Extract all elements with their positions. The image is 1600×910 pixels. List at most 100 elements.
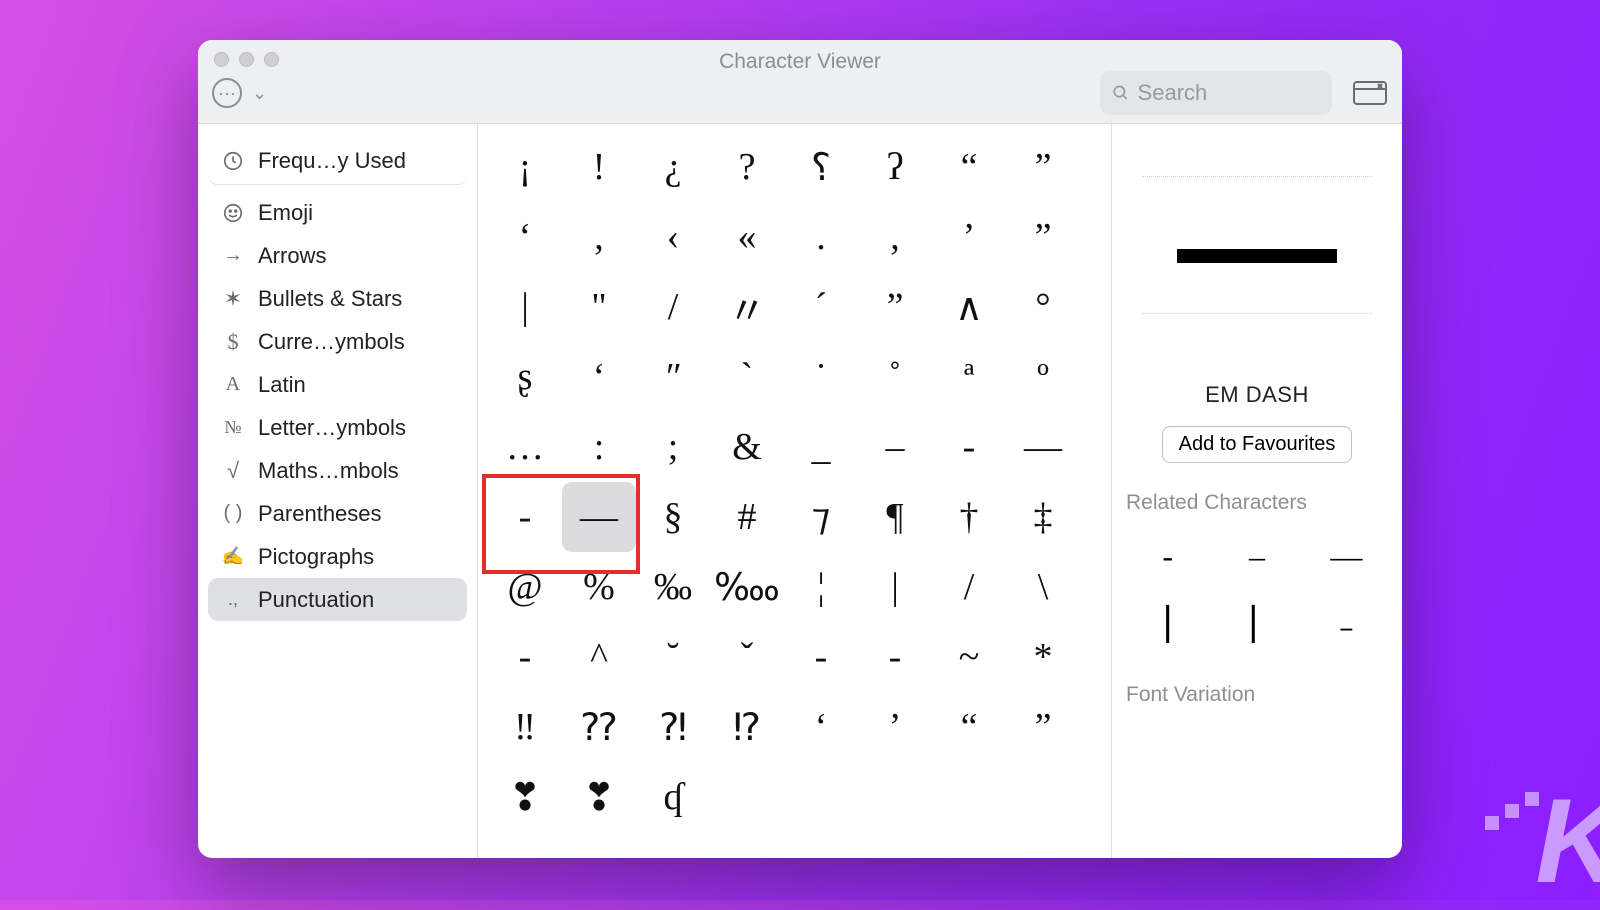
minimize-icon[interactable] — [239, 52, 254, 67]
related-character[interactable]: ﹣ — [1305, 593, 1388, 655]
character-cell[interactable] — [784, 762, 858, 832]
close-icon[interactable] — [214, 52, 229, 67]
character-cell[interactable]: : — [562, 412, 636, 482]
character-cell[interactable]: @ — [488, 552, 562, 622]
character-cell[interactable]: “ — [932, 692, 1006, 762]
sidebar-item-parentheses[interactable]: ( )Parentheses — [208, 492, 467, 535]
character-cell[interactable]: ❣ — [562, 762, 636, 832]
character-cell[interactable]: - — [858, 622, 932, 692]
character-cell[interactable]: ~ — [932, 622, 1006, 692]
character-cell[interactable] — [858, 762, 932, 832]
character-cell[interactable]: ‡ — [1006, 482, 1080, 552]
character-cell[interactable]: | — [488, 272, 562, 342]
zoom-icon[interactable] — [264, 52, 279, 67]
character-cell[interactable]: ʺ — [636, 342, 710, 412]
character-cell[interactable]: ‘ — [488, 202, 562, 272]
chevron-down-icon[interactable]: ⌄ — [252, 83, 267, 104]
character-cell[interactable]: / — [932, 552, 1006, 622]
more-button-icon[interactable]: ··· — [212, 78, 242, 108]
character-cell[interactable]: , — [562, 202, 636, 272]
related-character[interactable]: - — [1126, 525, 1209, 587]
character-cell[interactable]: ; — [636, 412, 710, 482]
character-cell[interactable]: ¿ — [636, 132, 710, 202]
character-cell[interactable]: \ — [1006, 552, 1080, 622]
compact-toggle-icon[interactable] — [1352, 79, 1388, 107]
character-cell[interactable]: " — [562, 272, 636, 342]
character-cell[interactable] — [1006, 762, 1080, 832]
search-input[interactable] — [1138, 80, 1320, 106]
character-cell[interactable]: ⁉ — [710, 692, 784, 762]
character-cell[interactable]: ‰ — [636, 552, 710, 622]
sidebar-item-letter-ymbols[interactable]: №Letter…ymbols — [208, 406, 467, 449]
character-cell[interactable]: ⁈ — [636, 692, 710, 762]
character-cell[interactable]: ” — [1006, 202, 1080, 272]
character-cell[interactable]: ‱ — [710, 552, 784, 622]
character-cell[interactable]: , — [858, 202, 932, 272]
character-cell[interactable]: ? — [710, 132, 784, 202]
sidebar-item-frequ-y-used[interactable]: Frequ…y Used — [208, 142, 467, 185]
character-cell[interactable]: ¦ — [784, 552, 858, 622]
character-cell[interactable]: ❣ — [488, 762, 562, 832]
character-cell[interactable]: ʔ — [858, 132, 932, 202]
character-cell[interactable]: ^ — [562, 622, 636, 692]
character-cell[interactable]: ˊ — [784, 272, 858, 342]
related-character[interactable]: ⎢ — [1215, 593, 1298, 655]
add-to-favourites-button[interactable]: Add to Favourites — [1162, 426, 1353, 463]
character-cell[interactable]: ˇ — [710, 622, 784, 692]
character-cell[interactable]: - — [932, 412, 1006, 482]
related-character[interactable]: — — [1305, 525, 1388, 587]
character-cell[interactable]: ª — [932, 342, 1006, 412]
character-cell[interactable]: ° — [1006, 272, 1080, 342]
character-cell[interactable] — [932, 762, 1006, 832]
character-cell[interactable]: ʂ — [488, 342, 562, 412]
character-cell[interactable]: † — [932, 482, 1006, 552]
character-cell[interactable]: ” — [1006, 692, 1080, 762]
character-cell[interactable]: « — [710, 202, 784, 272]
character-cell[interactable]: ‼ — [488, 692, 562, 762]
character-cell[interactable]: ’ — [858, 692, 932, 762]
character-cell[interactable]: § — [636, 482, 710, 552]
character-cell[interactable]: ’ — [932, 202, 1006, 272]
character-cell[interactable]: ⁇ — [562, 692, 636, 762]
character-cell[interactable]: ˙ — [784, 342, 858, 412]
character-cell[interactable]: ˚ — [858, 342, 932, 412]
character-cell[interactable]: ¡ — [488, 132, 562, 202]
character-cell[interactable] — [710, 762, 784, 832]
character-cell[interactable]: ʠ — [636, 762, 710, 832]
character-cell[interactable]: ! — [562, 132, 636, 202]
character-cell[interactable]: ” — [1006, 132, 1080, 202]
sidebar-item-maths-mbols[interactable]: √Maths…mbols — [208, 449, 467, 492]
character-cell[interactable]: * — [1006, 622, 1080, 692]
sidebar-item-punctuation[interactable]: .,Punctuation — [208, 578, 467, 621]
sidebar-item-latin[interactable]: ALatin — [208, 363, 467, 406]
character-cell[interactable]: _ — [784, 412, 858, 482]
related-character[interactable]: ⎮ — [1126, 593, 1209, 655]
character-cell[interactable]: ⸮ — [784, 132, 858, 202]
character-cell[interactable]: - — [488, 622, 562, 692]
character-cell[interactable]: – — [858, 412, 932, 482]
sidebar-item-arrows[interactable]: →Arrows — [208, 234, 467, 277]
sidebar-item-bullets-stars[interactable]: ✶Bullets & Stars — [208, 277, 467, 320]
character-cell[interactable]: | — [858, 552, 932, 622]
search-field[interactable] — [1100, 71, 1332, 115]
character-cell[interactable]: - — [488, 482, 562, 552]
character-cell[interactable]: # — [710, 482, 784, 552]
character-cell[interactable]: º — [1006, 342, 1080, 412]
character-cell[interactable]: % — [562, 552, 636, 622]
character-cell[interactable]: / — [636, 272, 710, 342]
character-cell[interactable]: ∧ — [932, 272, 1006, 342]
sidebar-item-pictographs[interactable]: ✍Pictographs — [208, 535, 467, 578]
character-cell[interactable]: ˋ — [710, 342, 784, 412]
character-cell[interactable]: ‹ — [636, 202, 710, 272]
character-cell[interactable]: ¶ — [858, 482, 932, 552]
character-cell[interactable]: & — [710, 412, 784, 482]
character-cell[interactable]: ˘ — [636, 622, 710, 692]
character-cell[interactable]: — — [562, 482, 636, 552]
character-cell[interactable]: - — [784, 622, 858, 692]
character-cell[interactable]: “ — [932, 132, 1006, 202]
character-cell[interactable]: ˮ — [858, 272, 932, 342]
character-cell[interactable]: . — [784, 202, 858, 272]
sidebar-item-emoji[interactable]: Emoji — [208, 191, 467, 234]
character-cell[interactable]: — — [1006, 412, 1080, 482]
sidebar-item-curre-ymbols[interactable]: $Curre…ymbols — [208, 320, 467, 363]
